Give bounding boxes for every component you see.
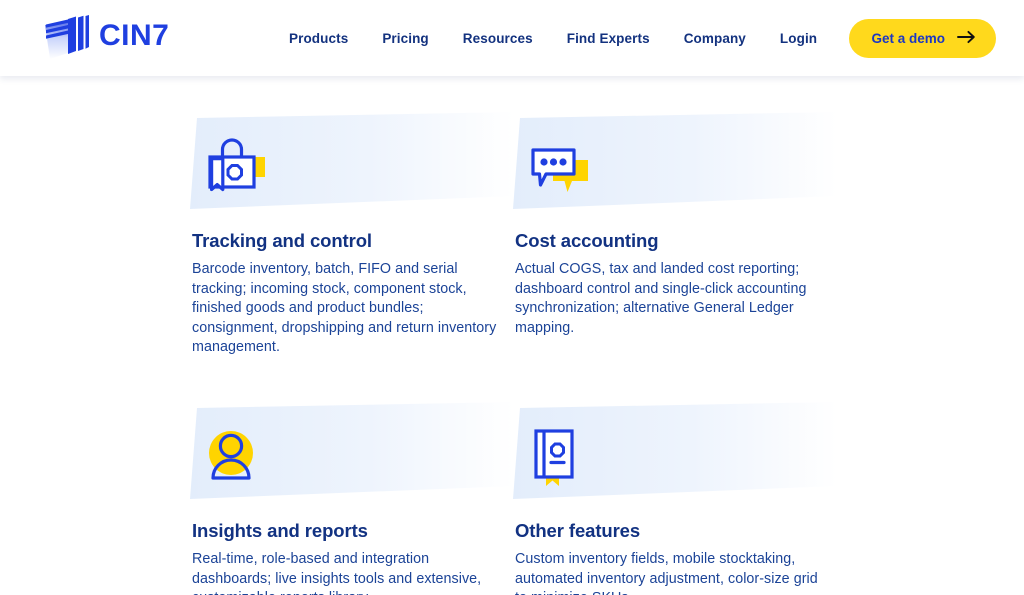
feature-description: Real-time, role-based and integration da… bbox=[192, 550, 482, 595]
site-header: CIN7 Products Pricing Resources Find Exp… bbox=[0, 0, 1024, 76]
user-person-icon bbox=[204, 420, 278, 490]
icon-banner bbox=[513, 401, 837, 506]
nav-item-company[interactable]: Company bbox=[684, 31, 746, 46]
feature-card-other-features: Other features Custom inventory fields, … bbox=[513, 401, 838, 595]
feature-title: Tracking and control bbox=[192, 230, 372, 251]
feature-title: Other features bbox=[515, 519, 641, 541]
brand-logo-link[interactable]: CIN7 bbox=[38, 13, 211, 63]
icon-banner bbox=[513, 112, 837, 216]
nav-item-login[interactable]: Login bbox=[780, 31, 817, 46]
feature-card-tracking-and-control: Tracking and control Barcode inventory, … bbox=[190, 112, 515, 358]
shopping-bag-tag-icon bbox=[204, 130, 278, 200]
nav-item-find-experts[interactable]: Find Experts bbox=[567, 31, 650, 46]
feature-description: Barcode inventory, batch, FIFO and seria… bbox=[192, 261, 497, 356]
feature-description: Actual COGS, tax and landed cost reporti… bbox=[515, 261, 807, 336]
svg-text:CIN7: CIN7 bbox=[99, 19, 169, 52]
brand-wordmark: CIN7 bbox=[99, 19, 211, 58]
features-grid: Tracking and control Barcode inventory, … bbox=[190, 112, 1024, 595]
feature-title: Cost accounting bbox=[515, 230, 659, 251]
feature-title: Insights and reports bbox=[192, 519, 368, 541]
feature-description: Custom inventory fields, mobile stocktak… bbox=[515, 550, 818, 595]
get-a-demo-label: Get a demo bbox=[871, 31, 945, 46]
primary-navigation: Products Pricing Resources Find Experts … bbox=[289, 31, 817, 46]
nav-item-pricing[interactable]: Pricing bbox=[382, 31, 428, 46]
feature-card-cost-accounting: Cost accounting Actual COGS, tax and lan… bbox=[513, 112, 838, 358]
chat-bubbles-icon bbox=[527, 130, 601, 200]
icon-banner bbox=[190, 401, 514, 506]
icon-banner bbox=[190, 112, 514, 216]
arrow-right-icon bbox=[957, 30, 976, 47]
features-section: Tracking and control Barcode inventory, … bbox=[0, 76, 1024, 595]
feature-card-insights-and-reports: Insights and reports Real-time, role-bas… bbox=[190, 401, 515, 595]
get-a-demo-button[interactable]: Get a demo bbox=[849, 19, 996, 58]
cin7-cube-logo-icon bbox=[38, 13, 90, 63]
book-certificate-icon bbox=[527, 420, 601, 490]
nav-item-resources[interactable]: Resources bbox=[463, 31, 533, 46]
nav-item-products[interactable]: Products bbox=[289, 31, 348, 46]
